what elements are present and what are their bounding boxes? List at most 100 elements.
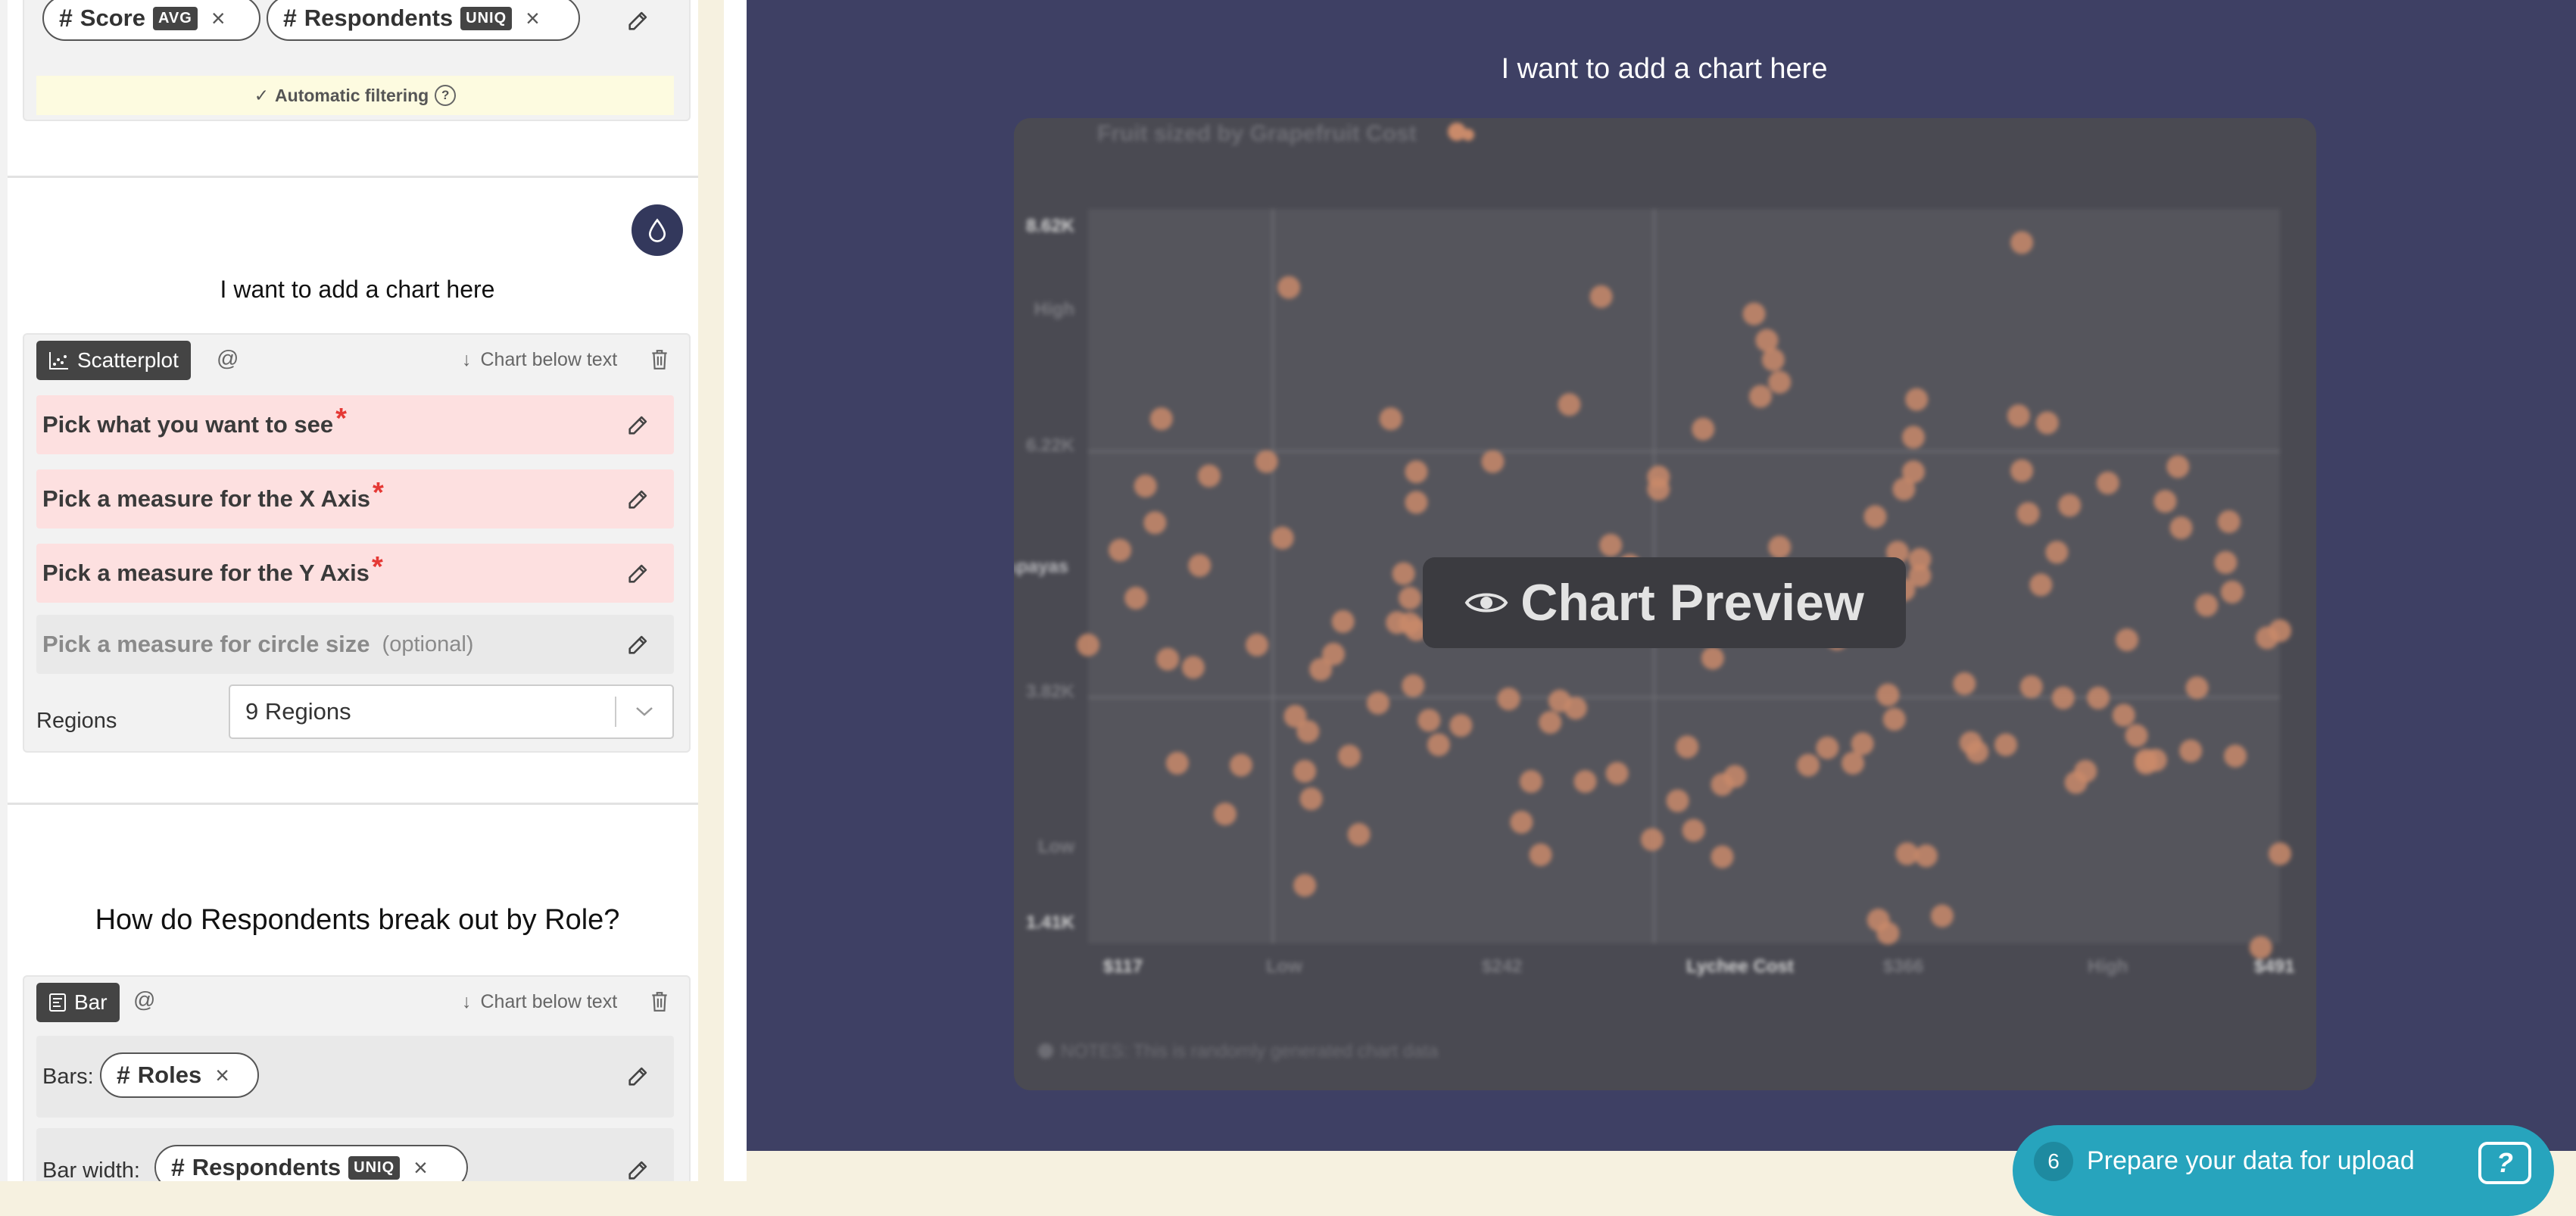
y-tick-label: 8.62K [1026,216,1075,236]
data-point [2224,744,2247,768]
regions-label: Regions [36,709,117,733]
data-point [1905,388,1929,411]
data-point [2112,703,2135,727]
chart-type-chip[interactable]: Bar [36,983,120,1022]
data-point [2016,502,2040,525]
chart-position-toggle[interactable]: ↓ Chart below text [462,349,617,371]
pill-label: Score [80,5,145,31]
help-circle-icon[interactable]: ? [435,85,457,106]
pill-roles[interactable]: # Roles × [100,1052,259,1098]
data-point [2096,471,2119,494]
eye-icon [1464,593,1508,613]
data-point [2153,490,2177,513]
panel-left-border [0,0,8,1181]
data-point [1797,753,1820,777]
bars-label: Bars: [42,1065,94,1089]
trash-icon[interactable] [650,990,669,1017]
x-tick-label: $366 [1883,956,1923,977]
regions-select[interactable]: 9 Regions [229,684,674,739]
chart-preview-card: Fruit sized by Grapefruit Cost 8.62K High 6… [1014,118,2316,1090]
remove-icon[interactable]: × [413,1154,428,1182]
data-point [2269,619,2291,642]
pencil-icon[interactable] [625,560,651,586]
pencil-icon[interactable] [625,486,651,512]
pill-label: Respondents [192,1154,341,1180]
data-point [1851,732,1874,756]
data-point [1197,464,1221,488]
data-point [1405,491,1428,514]
data-point [2058,494,2082,517]
step-count-badge: 6 [2034,1142,2073,1181]
y-tick-label: Low [1038,837,1074,857]
data-point [1402,674,1425,697]
pencil-icon[interactable] [625,631,651,657]
mention-button[interactable]: @ [133,988,155,1013]
color-drop-button[interactable] [632,204,683,256]
data-point [1605,762,1629,785]
pencil-icon[interactable] [625,1157,651,1181]
what-to-see-field[interactable]: Pick what you want to see * [36,395,674,454]
data-point [2269,842,2291,865]
data-point [1296,720,1320,744]
automatic-filtering-label: Automatic filtering [275,85,429,105]
data-point [1711,845,1734,868]
chart-type-chip[interactable]: Scatterplot [36,341,191,380]
hash-icon: # [59,4,73,32]
regions-value: 9 Regions [245,698,351,725]
pencil-icon[interactable] [625,1063,651,1089]
data-point [1742,302,1766,326]
data-point [2010,459,2034,482]
data-point [1994,733,2018,756]
y-tick-label: 6.22K [1026,435,1075,456]
x-axis-field[interactable]: Pick a measure for the X Axis * [36,469,674,528]
remove-icon[interactable]: × [215,1062,229,1090]
remove-icon[interactable]: × [211,5,226,33]
chart-position-toggle[interactable]: ↓ Chart below text [462,991,617,1013]
data-point [1914,844,1938,868]
aggregation-tag: AVG [152,6,198,30]
section-title[interactable]: I want to add a chart here [0,276,698,304]
scrollbar-gutter[interactable] [724,0,747,1181]
remove-icon[interactable]: × [525,5,540,33]
data-point [2074,759,2097,783]
chart-note: NOTES: This is randomly generated chart … [1061,1041,1439,1062]
chevron-down-icon[interactable] [616,706,672,718]
pill-score[interactable]: # Score AVG × [42,0,260,41]
data-point [2019,675,2043,698]
pencil-icon[interactable] [625,412,651,438]
section-divider [8,803,698,805]
automatic-filtering-bar[interactable]: ✓ Automatic filtering ? [36,76,674,115]
data-point [1564,697,1587,720]
prepare-upload-label: Prepare your data for upload [2087,1146,2415,1175]
hash-icon: # [283,4,297,32]
pencil-icon[interactable] [625,8,651,33]
legend-dot [1462,129,1474,141]
data-point [2144,748,2167,772]
required-asterisk: * [335,402,347,435]
data-point [1331,610,1355,633]
mention-button[interactable]: @ [217,347,239,372]
data-point [1573,770,1597,794]
y-axis-field[interactable]: Pick a measure for the Y Axis * [36,544,674,603]
data-point [1149,407,1173,431]
pill-respondents[interactable]: # Respondents UNIQ × [154,1145,468,1181]
panel-divider-strip [698,0,724,1181]
help-chat-icon[interactable]: ? [2478,1142,2531,1184]
data-point [2169,516,2193,540]
data-point [1599,533,1623,557]
data-point [1692,417,1715,441]
data-point [1876,683,1900,706]
chart-preview-badge: Chart Preview [1423,557,1906,648]
pill-respondents[interactable]: # Respondents UNIQ × [267,0,580,41]
section-title[interactable]: How do Respondents break out by Role? [0,904,698,937]
required-asterisk: * [373,476,384,509]
pill-label: Roles [137,1062,202,1088]
prepare-upload-button[interactable]: 6 Prepare your data for upload ? [2013,1125,2554,1216]
circle-size-field[interactable]: Pick a measure for circle size (optional… [36,615,674,674]
data-point [1134,474,1157,497]
data-point [1497,688,1520,711]
trash-icon[interactable] [650,348,669,375]
data-point [1676,735,1699,759]
data-point [2249,936,2272,959]
data-point [1449,714,1473,737]
